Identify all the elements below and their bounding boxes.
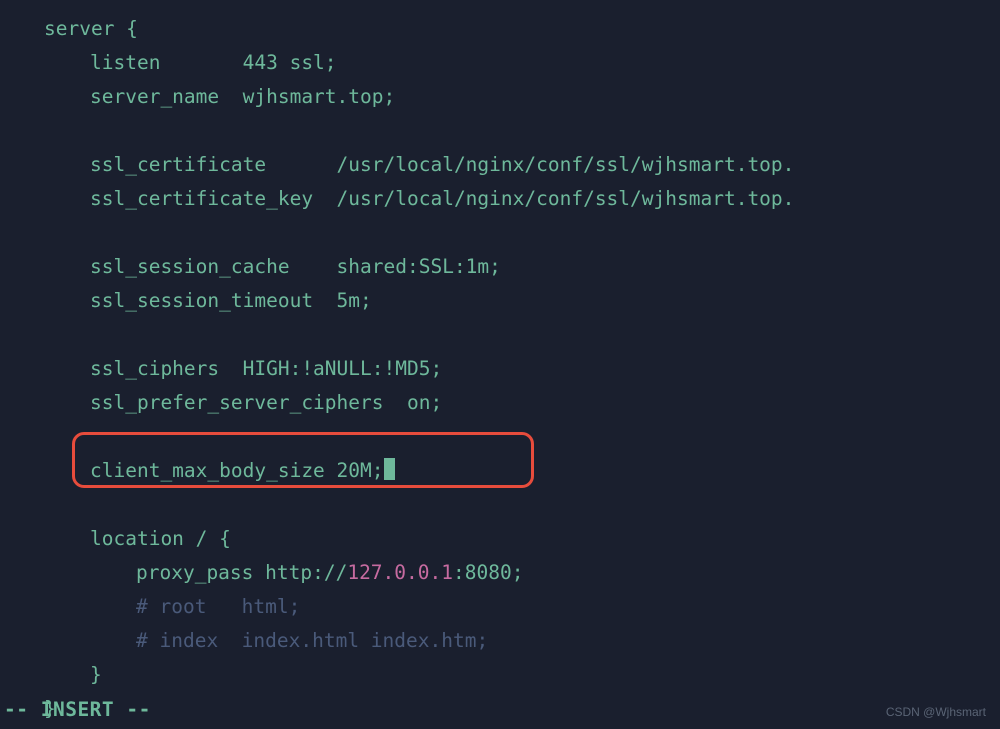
- code-line: ssl_session_timeout 5m;: [44, 284, 1000, 318]
- csdn-watermark: CSDN @Wjhsmart: [886, 702, 986, 723]
- code-line: location / {: [44, 522, 1000, 556]
- code-line: client_max_body_size 20M;: [44, 454, 1000, 488]
- code-line: [44, 318, 1000, 352]
- code-segment: ssl_session_cache shared:SSL:1m;: [90, 255, 501, 278]
- code-line: ssl_certificate /usr/local/nginx/conf/ss…: [44, 148, 1000, 182]
- code-line: # index index.html index.htm;: [44, 624, 1000, 658]
- code-line: [44, 488, 1000, 522]
- code-segment: :8080;: [453, 561, 523, 584]
- code-line: [44, 114, 1000, 148]
- code-line: server_name wjhsmart.top;: [44, 80, 1000, 114]
- code-line: # root html;: [44, 590, 1000, 624]
- code-segment: ssl_prefer_server_ciphers on;: [90, 391, 442, 414]
- text-cursor: [384, 458, 395, 480]
- code-line: }: [44, 692, 1000, 726]
- code-line: server {: [44, 12, 1000, 46]
- code-segment: proxy_pass http://: [136, 561, 347, 584]
- code-segment: ssl_certificate /usr/local/nginx/conf/ss…: [90, 153, 794, 176]
- code-line: listen 443 ssl;: [44, 46, 1000, 80]
- code-segment: server_name wjhsmart.top;: [90, 85, 395, 108]
- code-segment: client_max_body_size 20M;: [90, 459, 384, 482]
- code-line: ssl_prefer_server_ciphers on;: [44, 386, 1000, 420]
- nginx-config-code: server { listen 443 ssl; server_name wjhsm…: [44, 12, 1000, 726]
- vim-mode-status: -- INSERT --: [4, 693, 151, 727]
- code-segment: location / {: [90, 527, 231, 550]
- code-line: [44, 216, 1000, 250]
- code-segment: }: [90, 663, 102, 686]
- code-segment: ssl_certificate_key /usr/local/nginx/con…: [90, 187, 794, 210]
- code-line: proxy_pass http://127.0.0.1:8080;: [44, 556, 1000, 590]
- code-line: }: [44, 658, 1000, 692]
- code-segment: 127.0.0.1: [347, 561, 453, 584]
- code-segment: # root html;: [136, 595, 300, 618]
- code-segment: ssl_session_timeout 5m;: [90, 289, 372, 312]
- code-line: ssl_ciphers HIGH:!aNULL:!MD5;: [44, 352, 1000, 386]
- code-segment: listen 443 ssl;: [90, 51, 337, 74]
- code-segment: # index index.html index.htm;: [136, 629, 488, 652]
- code-line: ssl_certificate_key /usr/local/nginx/con…: [44, 182, 1000, 216]
- code-line: [44, 420, 1000, 454]
- code-segment: server {: [44, 17, 138, 40]
- code-segment: ssl_ciphers HIGH:!aNULL:!MD5;: [90, 357, 442, 380]
- code-line: ssl_session_cache shared:SSL:1m;: [44, 250, 1000, 284]
